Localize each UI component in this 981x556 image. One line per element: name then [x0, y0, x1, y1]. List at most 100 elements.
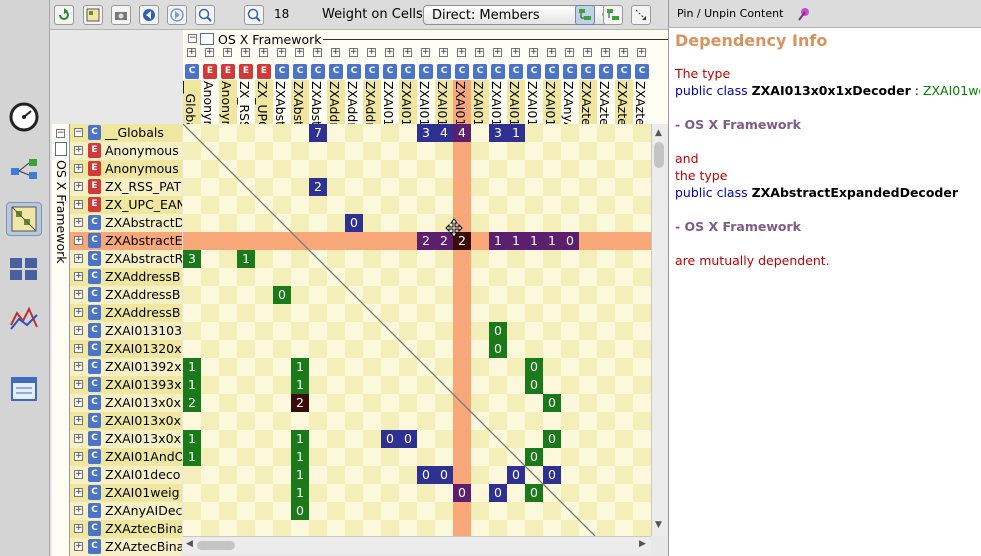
expand-icon[interactable]: +: [457, 48, 466, 57]
expand-icon[interactable]: +: [74, 218, 83, 227]
expand-icon[interactable]: +: [205, 48, 214, 57]
expand-icon[interactable]: +: [277, 48, 286, 57]
expand-icon[interactable]: +: [421, 48, 430, 57]
vertical-scroll-thumb[interactable]: [654, 142, 664, 168]
type1-supertype[interactable]: ZXAI01weightDecoder: [923, 83, 980, 98]
row-header-item[interactable]: + C ZXAztecBina: [70, 520, 182, 538]
row-header-item[interactable]: + C ZXAI013103: [70, 322, 182, 340]
row-header-item[interactable]: − C __Globals: [70, 124, 182, 142]
row-header-item[interactable]: + C ZXAI01deco: [70, 466, 182, 484]
expand-icon[interactable]: +: [367, 48, 376, 57]
type1-name[interactable]: ZXAI013x0x1xDecoder: [752, 83, 911, 98]
horizontal-scrollbar[interactable]: ◀ ▶: [183, 536, 651, 554]
matrix-icon[interactable]: [6, 202, 42, 236]
expand-icon[interactable]: +: [74, 416, 83, 425]
expand-icon[interactable]: +: [74, 434, 83, 443]
expand-icon[interactable]: +: [74, 362, 83, 371]
row-header-item[interactable]: + E Anonymous: [70, 160, 182, 178]
expand-icon[interactable]: +: [439, 48, 448, 57]
collapse-icon[interactable]: −: [188, 34, 197, 43]
row-header-item[interactable]: + C ZXAI01392x: [70, 358, 182, 376]
type2-name[interactable]: ZXAbstractExpandedDecoder: [752, 185, 958, 200]
panel-icon[interactable]: [6, 372, 42, 406]
expand-icon[interactable]: +: [74, 236, 83, 245]
grid-icon[interactable]: [6, 252, 42, 286]
scroll-right-icon[interactable]: ▶: [639, 539, 646, 549]
expand-icon[interactable]: +: [511, 48, 520, 57]
expand-icon[interactable]: +: [74, 164, 83, 173]
tree-view-icon[interactable]: [575, 5, 595, 25]
expand-icon[interactable]: +: [74, 452, 83, 461]
horizontal-scroll-thumb[interactable]: [197, 541, 235, 550]
expand-icon[interactable]: +: [74, 254, 83, 263]
expand-icon[interactable]: +: [529, 48, 538, 57]
expand-icon[interactable]: +: [74, 524, 83, 533]
expand-icon[interactable]: +: [565, 48, 574, 57]
column-framework-group[interactable]: − OS X Framework: [183, 32, 668, 47]
expand-icon[interactable]: +: [74, 200, 83, 209]
row-header-item[interactable]: + E ZX_RSS_PAT: [70, 178, 182, 196]
expand-icon[interactable]: +: [74, 272, 83, 281]
graph-icon[interactable]: [6, 152, 42, 186]
back-icon[interactable]: [139, 5, 159, 25]
expand-icon[interactable]: +: [74, 290, 83, 299]
expand-icon[interactable]: +: [259, 48, 268, 57]
expand-icon[interactable]: +: [74, 380, 83, 389]
expand-icon[interactable]: +: [385, 48, 394, 57]
expand-icon[interactable]: +: [403, 48, 412, 57]
zoom-out-icon[interactable]: [244, 5, 264, 25]
row-header-item[interactable]: + E ZX_UPC_EAN: [70, 196, 182, 214]
expand-icon[interactable]: +: [637, 48, 646, 57]
row-header-item[interactable]: + C ZXAI01weig: [70, 484, 182, 502]
expand-icon[interactable]: +: [241, 48, 250, 57]
filter-icon[interactable]: [83, 5, 103, 25]
row-header-item[interactable]: + C ZXAI013x0x: [70, 430, 182, 448]
chart-icon[interactable]: [6, 300, 42, 334]
camera-icon[interactable]: [111, 5, 131, 25]
tree-alt-icon[interactable]: [603, 5, 623, 25]
row-header-item[interactable]: + C ZXAztecBina: [70, 538, 182, 556]
expand-icon[interactable]: +: [187, 48, 196, 57]
row-header-item[interactable]: + C ZXAI01AndO: [70, 448, 182, 466]
dependency-matrix[interactable]: 7344312022211110310001101102201100011010…: [183, 124, 651, 536]
expand-icon[interactable]: +: [601, 48, 610, 57]
row-header-item[interactable]: + C ZXAbstractR: [70, 250, 182, 268]
expand-icon[interactable]: +: [74, 488, 83, 497]
expand-icon[interactable]: +: [475, 48, 484, 57]
scroll-left-icon[interactable]: ◀: [186, 539, 193, 549]
refresh-icon[interactable]: [54, 5, 74, 25]
row-header-item[interactable]: + C ZXAddressB: [70, 268, 182, 286]
expand-icon[interactable]: +: [74, 326, 83, 335]
expand-icon[interactable]: +: [74, 146, 83, 155]
row-header-item[interactable]: + C ZXAbstractD: [70, 214, 182, 232]
collapse-icon[interactable]: −: [56, 129, 65, 138]
row-header-item[interactable]: + C ZXAbstractE: [70, 232, 182, 250]
expand-icon[interactable]: +: [74, 542, 83, 551]
expand-icon[interactable]: +: [74, 506, 83, 515]
expand-icon[interactable]: +: [74, 182, 83, 191]
forward-icon[interactable]: [167, 5, 187, 25]
pin-icon[interactable]: [796, 6, 812, 22]
scroll-up-icon[interactable]: ▲: [655, 128, 662, 138]
row-header-item[interactable]: + E Anonymous: [70, 142, 182, 160]
arrows-icon[interactable]: [631, 5, 651, 25]
expand-icon[interactable]: +: [619, 48, 628, 57]
row-framework-group[interactable]: − OS X Framework: [52, 124, 70, 556]
row-header-item[interactable]: + C ZXAI01320x: [70, 340, 182, 358]
expand-icon[interactable]: +: [349, 48, 358, 57]
pin-unpin-label[interactable]: Pin / Unpin Content: [677, 7, 783, 20]
expand-icon[interactable]: +: [583, 48, 592, 57]
collapse-icon[interactable]: −: [74, 128, 83, 137]
row-header-item[interactable]: + C ZXAI01393x: [70, 376, 182, 394]
expand-icon[interactable]: +: [74, 398, 83, 407]
expand-icon[interactable]: +: [74, 470, 83, 479]
row-header-item[interactable]: + C ZXAI013x0x: [70, 394, 182, 412]
expand-icon[interactable]: +: [74, 308, 83, 317]
row-header-item[interactable]: + C ZXAddressB: [70, 286, 182, 304]
row-header-item[interactable]: + C ZXAddressB: [70, 304, 182, 322]
expand-icon[interactable]: +: [74, 344, 83, 353]
expand-icon[interactable]: +: [547, 48, 556, 57]
row-header-item[interactable]: + C ZXAI013x0x: [70, 412, 182, 430]
expand-icon[interactable]: +: [295, 48, 304, 57]
expand-icon[interactable]: +: [313, 48, 322, 57]
